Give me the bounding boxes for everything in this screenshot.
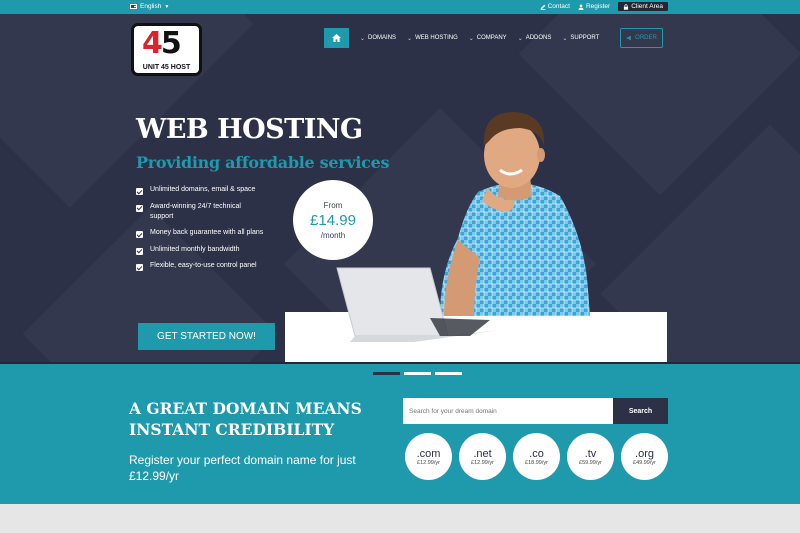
feature-item: Award-winning 24/7 technical support [136,202,266,222]
chevron-down-icon: ⌄ [407,35,413,42]
domain-title: A GREAT DOMAIN MEANS INSTANT CREDIBILITY [129,399,362,439]
feature-text: Award-winning 24/7 technical support [150,202,241,220]
tld-badge-tv[interactable]: .tv £59.99/yr [567,433,614,480]
tld-badge-com[interactable]: .com £12.99/yr [405,433,452,480]
tld-price: £12.99/yr [417,459,440,466]
tld-price: £49.99/yr [633,459,656,466]
checkbox-icon [136,188,143,195]
nav-item-web-hosting[interactable]: ⌄ WEB HOSTING [407,35,458,42]
register-link[interactable]: Register [578,3,610,10]
domain-search-button[interactable]: Search [613,398,668,424]
page-footer-area [0,504,800,533]
slider-dot[interactable] [435,372,462,375]
tld-name: .com [416,447,441,460]
feature-text: Unlimited monthly bandwidth [150,245,240,253]
tld-badge-org[interactable]: .org £49.99/yr [621,433,668,480]
logo-digits: 45 [142,26,182,62]
chevron-down-icon: ⌄ [468,35,474,42]
hero-title: WEB HOSTING [136,114,363,145]
nav-home-button[interactable] [324,28,349,48]
caret-down-icon: ▼ [164,3,170,10]
hero-section [0,14,800,362]
lock-icon [624,3,629,10]
nav-item-label: SUPPORT [570,35,600,41]
main-nav: ⌄ DOMAINS ⌄ WEB HOSTING ⌄ COMPANY ⌄ ADDONS ⌄… [324,28,599,48]
order-label: ORDER [635,35,657,41]
chevron-down-icon: ⌄ [562,35,568,42]
client-area-label: Client Area [631,3,663,10]
domain-search-input[interactable] [403,398,613,424]
price-period: /month [320,230,346,240]
megaphone-icon [626,35,631,41]
chevron-down-icon: ⌄ [360,35,366,42]
top-links: Contact Register Client Area [540,2,668,11]
desk-surface [285,312,667,362]
slider-indicators [373,372,462,375]
price-from-label: From [323,200,343,210]
tld-name: .co [529,447,544,460]
checkbox-icon [136,231,143,238]
contact-link[interactable]: Contact [540,3,570,10]
feature-item: Flexible, easy-to-use control panel [136,261,266,271]
feature-text: Money back guarantee with all plans [150,229,264,236]
nav-item-addons[interactable]: ⌄ ADDONS [518,35,552,42]
nav-item-label: WEB HOSTING [415,35,458,41]
nav-item-domains[interactable]: ⌄ DOMAINS [360,35,396,42]
tld-badge-net[interactable]: .net £12.99/yr [459,433,506,480]
tld-price: £18.99/yr [525,459,548,466]
slider-dot[interactable] [404,372,431,375]
logo-digit-five: 5 [160,26,182,61]
tld-name: .tv [584,447,597,460]
price-value: £14.99 [310,211,356,229]
tld-name: .org [635,447,654,460]
price-badge: From £14.99 /month [293,180,373,260]
nav-item-label: ADDONS [525,35,552,41]
checkbox-icon [136,204,143,212]
checkbox-icon [136,264,143,271]
feature-text: Unlimited domains, email & space [150,186,256,193]
nav-item-company[interactable]: ⌄ COMPANY [469,35,507,42]
tld-price: £59.99/yr [579,459,602,466]
register-label: Register [585,3,611,10]
get-started-button[interactable]: GET STARTED NOW! [138,323,275,350]
edit-icon [540,4,545,10]
slider-dot[interactable] [373,372,400,375]
hero-subtitle: Providing affordable services [136,153,390,172]
feature-item: Unlimited domains, email & space [136,185,266,195]
logo-text: UNIT 45 HOST [142,64,191,71]
nav-item-support[interactable]: ⌄ SUPPORT [562,35,599,42]
client-area-button[interactable]: Client Area [618,2,668,11]
contact-label: Contact [547,3,570,10]
nav-item-label: COMPANY [476,35,507,41]
feature-list: Unlimited domains, email & space Award-w… [136,185,266,278]
tld-price: £12.99/yr [471,459,494,466]
chevron-down-icon: ⌄ [517,35,523,42]
order-button[interactable]: ORDER [620,28,663,48]
domain-search: Search [403,398,668,424]
home-icon [332,34,341,42]
checkbox-icon [136,247,143,255]
language-selector[interactable]: English ▼ [130,3,169,10]
feature-text: Flexible, easy-to-use control panel [150,262,257,269]
feature-item: Unlimited monthly bandwidth [136,245,266,255]
feature-item: Money back guarantee with all plans [136,228,266,238]
language-label: English [140,3,162,10]
site-logo[interactable]: 45 UNIT 45 HOST [131,23,202,76]
domain-section [0,364,800,504]
logo-digit-four: 4 [142,26,163,61]
tld-badge-co[interactable]: .co £18.99/yr [513,433,560,480]
nav-item-label: DOMAINS [368,35,397,41]
top-bar: English ▼ Contact Register Client Area [0,0,800,14]
user-icon [578,3,584,10]
domain-subtitle: Register your perfect domain name for ju… [129,453,356,483]
tld-name: .net [473,447,492,460]
uk-flag-icon [130,4,137,9]
